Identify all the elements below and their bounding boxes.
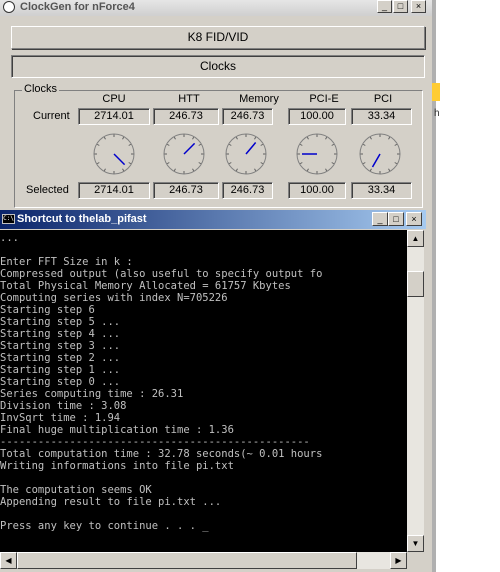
maximize-button[interactable]: □ <box>393 0 408 13</box>
scroll-up-arrow-icon[interactable]: ▲ <box>407 230 424 247</box>
console-line: Writing informations into file pi.txt <box>0 460 234 472</box>
console-line: Starting step 3 ... <box>0 340 121 352</box>
clockgen-titlebar[interactable]: ClockGen for nForce4 _ □ × <box>0 0 432 16</box>
clocks-group-label: Clocks <box>22 83 60 95</box>
console-line: Division time : 3.08 <box>0 400 127 412</box>
close-button[interactable]: × <box>411 0 426 13</box>
scroll-right-arrow-icon[interactable]: ▶ <box>390 552 407 569</box>
current-htt-value: 246.73 <box>153 108 219 125</box>
console-line: Starting step 5 ... <box>0 316 121 328</box>
console-maximize-button[interactable]: □ <box>388 212 404 226</box>
console-line: Appending result to file pi.txt ... <box>0 496 222 508</box>
console-minimize-button[interactable]: _ <box>372 212 388 226</box>
console-line: Starting step 4 ... <box>0 328 121 340</box>
console-line: ----------------------------------------… <box>0 436 310 448</box>
background-window-text: h <box>434 108 440 119</box>
console-line: Final huge multiplication time : 1.36 <box>0 424 234 436</box>
column-cpu: CPU <box>102 93 126 105</box>
console-output[interactable]: ... Enter FFT Size in k : Compressed out… <box>0 230 407 552</box>
column-memory: Memory <box>239 93 279 105</box>
pci-gauge <box>359 133 401 175</box>
current-pci-value: 33.34 <box>351 108 412 125</box>
console-line: Starting step 2 ... <box>0 352 121 364</box>
scroll-down-arrow-icon[interactable]: ▼ <box>407 535 424 552</box>
console-line: Press any key to continue . . . _ <box>0 520 209 532</box>
selected-memory-value[interactable]: 246.73 <box>222 182 273 199</box>
horizontal-scrollbar[interactable]: ◀ ▶ <box>0 552 407 569</box>
console-line: ... <box>0 232 19 244</box>
console-line: Compressed output (also useful to specif… <box>0 268 323 280</box>
cpu-gauge <box>93 133 135 175</box>
console-window: C:\ Shortcut to thelab_pifast _ □ × ... … <box>0 210 426 572</box>
column-pci: PCI <box>373 93 393 105</box>
current-cpu-value: 2714.01 <box>78 108 150 125</box>
current-memory-value: 246.73 <box>222 108 273 125</box>
console-line: Computing series with index N=705226 <box>0 292 228 304</box>
clocks-button[interactable]: Clocks <box>11 55 425 78</box>
resize-grip-icon[interactable] <box>407 552 424 569</box>
console-line: Starting step 6 <box>0 304 95 316</box>
console-titlebar[interactable]: C:\ Shortcut to thelab_pifast _ □ × <box>0 210 426 229</box>
console-close-button[interactable]: × <box>406 212 422 226</box>
htt-gauge <box>163 133 205 175</box>
clockgen-title: ClockGen for nForce4 <box>20 1 135 13</box>
horizontal-scroll-thumb[interactable] <box>17 552 357 569</box>
app-icon <box>3 1 15 13</box>
vertical-scroll-thumb[interactable] <box>407 271 424 297</box>
column-htt: HTT <box>178 93 200 105</box>
console-line: Starting step 1 ... <box>0 364 121 376</box>
k8-fid-vid-button[interactable]: K8 FID/VID <box>11 26 425 49</box>
console-line: Series computing time : 26.31 <box>0 388 184 400</box>
minimize-button[interactable]: _ <box>377 0 392 13</box>
pcie-gauge <box>296 133 338 175</box>
console-line: Enter FFT Size in k : <box>0 256 133 268</box>
current-label: Current <box>33 110 70 122</box>
console-line: Total Physical Memory Allocated = 61757 … <box>0 280 291 292</box>
console-line: Starting step 0 ... <box>0 376 121 388</box>
scroll-left-arrow-icon[interactable]: ◀ <box>0 552 17 569</box>
vertical-scrollbar[interactable]: ▲ ▼ <box>407 230 424 552</box>
console-line: Total computation time : 32.78 seconds(~… <box>0 448 323 460</box>
memory-gauge <box>225 133 267 175</box>
selected-htt-value[interactable]: 246.73 <box>153 182 219 199</box>
selected-cpu-value[interactable]: 2714.01 <box>78 182 150 199</box>
console-title: Shortcut to thelab_pifast <box>17 213 147 225</box>
console-line: InvSqrt time : 1.94 <box>0 412 121 424</box>
background-window-edge <box>432 83 440 101</box>
console-line: The computation seems OK <box>0 484 152 496</box>
selected-pci-value[interactable]: 33.34 <box>351 182 412 199</box>
console-icon: C:\ <box>2 214 15 224</box>
selected-label: Selected <box>26 184 69 196</box>
selected-pcie-value[interactable]: 100.00 <box>288 182 346 199</box>
current-pcie-value: 100.00 <box>288 108 346 125</box>
